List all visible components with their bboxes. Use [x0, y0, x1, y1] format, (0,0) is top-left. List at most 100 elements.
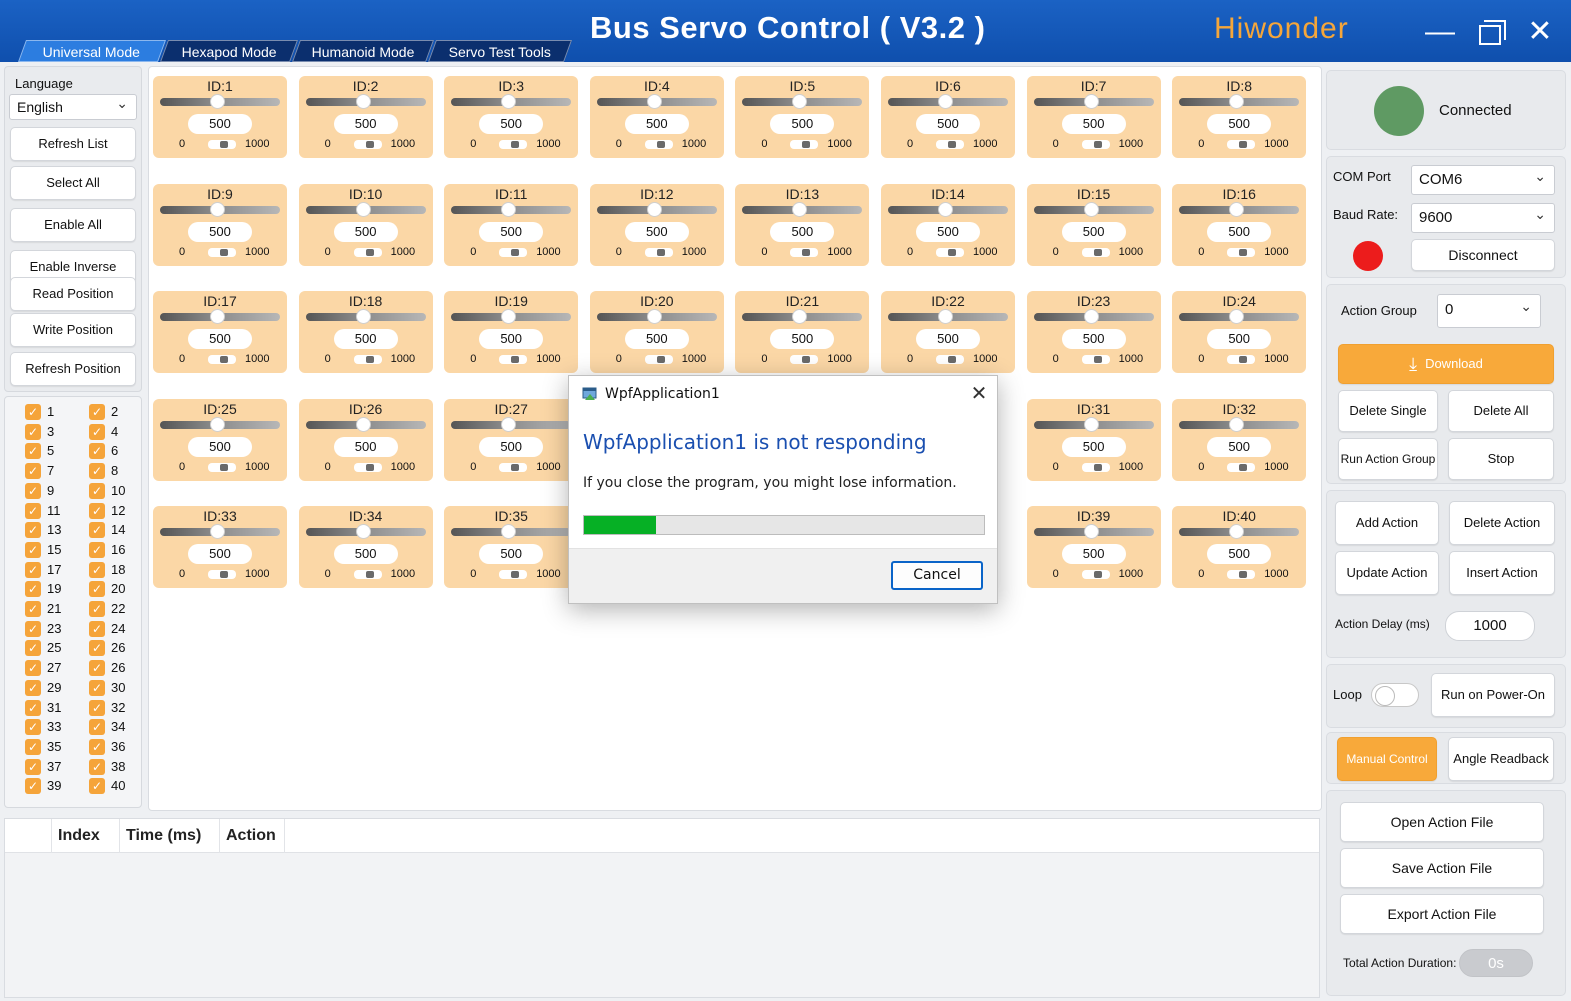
- servo-position-input[interactable]: 500: [188, 544, 252, 565]
- servo-position-input[interactable]: 500: [188, 436, 252, 457]
- servo-position-input[interactable]: 500: [333, 436, 398, 457]
- servo-position-input[interactable]: 500: [188, 221, 252, 242]
- stop-button[interactable]: Stop: [1448, 438, 1554, 480]
- servo-position-input[interactable]: 500: [333, 329, 398, 350]
- servo-position-input[interactable]: 500: [479, 544, 544, 565]
- servo-fine-slider[interactable]: [208, 355, 236, 365]
- tab-hexapod-mode[interactable]: Hexapod Mode: [159, 40, 299, 62]
- servo-checkbox[interactable]: ✓ 12: [89, 502, 139, 520]
- servo-fine-slider[interactable]: [1081, 462, 1110, 472]
- servo-position-input[interactable]: 500: [916, 114, 980, 134]
- action-group-select[interactable]: 0: [1437, 291, 1541, 328]
- servo-checkbox[interactable]: ✓ 5: [25, 442, 75, 460]
- dialog-close-icon[interactable]: ✕: [967, 382, 991, 406]
- servo-slider-handle[interactable]: [355, 201, 371, 217]
- servo-slider-handle[interactable]: [210, 524, 225, 540]
- servo-checkbox[interactable]: ✓ 4: [89, 423, 139, 441]
- servo-position-input[interactable]: 500: [479, 114, 544, 134]
- servo-checkbox[interactable]: ✓ 13: [25, 521, 75, 539]
- servo-checkbox[interactable]: ✓ 11: [25, 502, 75, 520]
- servo-slider-handle[interactable]: [646, 94, 662, 109]
- servo-fine-slider[interactable]: [644, 247, 673, 257]
- servo-checkbox[interactable]: ✓ 27: [25, 659, 75, 677]
- column-time[interactable]: Time (ms): [119, 819, 221, 853]
- servo-slider-handle[interactable]: [355, 309, 371, 325]
- servo-position-input[interactable]: 500: [770, 329, 835, 350]
- servo-fine-slider[interactable]: [499, 247, 528, 257]
- servo-position-input[interactable]: 500: [333, 221, 398, 242]
- servo-slider-handle[interactable]: [1083, 201, 1099, 217]
- servo-fine-slider[interactable]: [208, 247, 236, 257]
- servo-position-input[interactable]: 500: [333, 114, 398, 134]
- tab-servo-test-tools[interactable]: Servo Test Tools: [427, 40, 573, 62]
- servo-checkbox[interactable]: ✓ 1: [25, 403, 75, 421]
- column-action[interactable]: Action: [219, 819, 285, 853]
- servo-checkbox[interactable]: ✓ 26: [89, 639, 139, 657]
- servo-fine-slider[interactable]: [790, 247, 819, 257]
- servo-slider-handle[interactable]: [792, 94, 808, 109]
- servo-checkbox[interactable]: ✓ 2: [89, 403, 139, 421]
- servo-checkbox[interactable]: ✓ 23: [25, 620, 75, 638]
- write-position-button[interactable]: Write Position: [10, 313, 136, 347]
- servo-position-input[interactable]: 500: [1061, 329, 1126, 350]
- servo-fine-slider[interactable]: [790, 140, 819, 149]
- servo-slider-handle[interactable]: [1229, 94, 1245, 109]
- servo-checkbox[interactable]: ✓ 18: [89, 561, 139, 579]
- angle-readback-button[interactable]: Angle Readback: [1448, 737, 1554, 781]
- column-index[interactable]: Index: [51, 819, 121, 853]
- servo-checkbox[interactable]: ✓ 19: [25, 580, 75, 598]
- language-select[interactable]: English: [9, 91, 137, 120]
- servo-checkbox[interactable]: ✓ 10: [89, 482, 139, 500]
- servo-slider-handle[interactable]: [1083, 416, 1099, 432]
- servo-checkbox[interactable]: ✓ 7: [25, 462, 75, 480]
- servo-checkbox[interactable]: ✓ 21: [25, 600, 75, 618]
- refresh-position-button[interactable]: Refresh Position: [10, 352, 136, 386]
- disconnect-button[interactable]: Disconnect: [1411, 239, 1555, 271]
- servo-checkbox[interactable]: ✓ 31: [25, 699, 75, 717]
- servo-fine-slider[interactable]: [1081, 570, 1110, 580]
- servo-position-input[interactable]: 500: [1207, 114, 1272, 134]
- servo-slider-handle[interactable]: [501, 524, 517, 540]
- servo-fine-slider[interactable]: [353, 140, 382, 149]
- servo-slider-handle[interactable]: [646, 309, 662, 325]
- servo-position-input[interactable]: 500: [333, 544, 398, 565]
- servo-checkbox[interactable]: ✓ 37: [25, 758, 75, 776]
- servo-slider-handle[interactable]: [938, 94, 953, 109]
- servo-fine-slider[interactable]: [1081, 247, 1110, 257]
- baud-rate-select[interactable]: 9600: [1411, 200, 1555, 233]
- servo-slider-handle[interactable]: [501, 201, 517, 217]
- servo-slider-handle[interactable]: [210, 309, 225, 325]
- servo-fine-slider[interactable]: [208, 570, 236, 580]
- run-on-power-on-button[interactable]: Run on Power-On: [1431, 673, 1555, 717]
- servo-slider-handle[interactable]: [938, 201, 953, 217]
- servo-fine-slider[interactable]: [936, 247, 964, 257]
- servo-slider-handle[interactable]: [1083, 524, 1099, 540]
- save-action-file-button[interactable]: Save Action File: [1340, 848, 1544, 888]
- servo-slider-handle[interactable]: [1229, 309, 1245, 325]
- servo-fine-slider[interactable]: [499, 462, 528, 472]
- servo-slider-handle[interactable]: [355, 416, 371, 432]
- servo-slider-handle[interactable]: [210, 201, 225, 217]
- servo-position-input[interactable]: 500: [188, 329, 252, 350]
- servo-checkbox[interactable]: ✓ 22: [89, 600, 139, 618]
- servo-fine-slider[interactable]: [208, 140, 236, 149]
- servo-slider-handle[interactable]: [355, 524, 371, 540]
- action-delay-input[interactable]: 1000: [1445, 611, 1535, 641]
- servo-slider-handle[interactable]: [938, 309, 953, 325]
- servo-checkbox[interactable]: ✓ 34: [89, 718, 139, 736]
- servo-checkbox[interactable]: ✓ 32: [89, 699, 139, 717]
- servo-checkbox[interactable]: ✓ 35: [25, 738, 75, 756]
- servo-fine-slider[interactable]: [1081, 140, 1110, 149]
- servo-position-input[interactable]: 500: [770, 221, 835, 242]
- loop-toggle[interactable]: [1371, 683, 1419, 707]
- servo-fine-slider[interactable]: [1227, 570, 1256, 580]
- servo-slider-handle[interactable]: [792, 201, 808, 217]
- servo-fine-slider[interactable]: [1227, 247, 1256, 257]
- servo-position-input[interactable]: 500: [1207, 436, 1272, 457]
- servo-fine-slider[interactable]: [208, 462, 236, 472]
- servo-checkbox[interactable]: ✓ 6: [89, 442, 139, 460]
- servo-checkbox[interactable]: ✓ 20: [89, 580, 139, 598]
- servo-checkbox[interactable]: ✓ 16: [89, 541, 139, 559]
- servo-fine-slider[interactable]: [936, 355, 964, 365]
- servo-checkbox[interactable]: ✓ 14: [89, 521, 139, 539]
